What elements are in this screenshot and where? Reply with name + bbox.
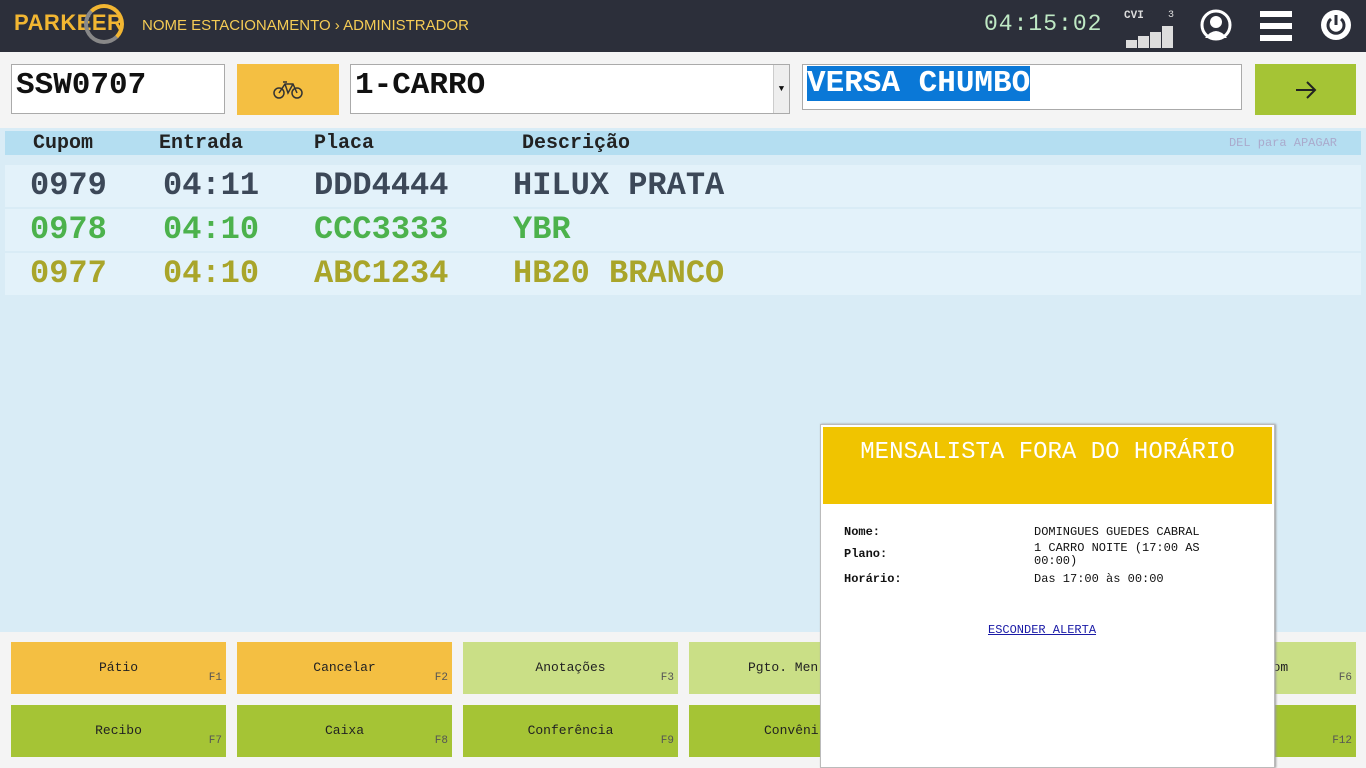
entry-bar: SSW0707 1-CARRO ▼ VERSA CHUMBO — [0, 52, 1366, 128]
submit-button[interactable] — [1255, 64, 1356, 115]
cell-cupom: 0979 — [30, 167, 107, 204]
function-key-hint: F3 — [660, 672, 674, 684]
function-button-label: Convêni — [764, 723, 819, 738]
cvi-label: CVI — [1124, 10, 1144, 22]
arrow-right-icon — [1296, 81, 1317, 99]
table-row[interactable]: 0977 04:10 ABC1234 HB20 BRANCO — [5, 253, 1361, 295]
power-icon[interactable] — [1320, 9, 1352, 46]
function-button-label: Caixa — [324, 723, 364, 738]
table-row[interactable]: 0978 04:10 CCC3333 YBR — [5, 209, 1361, 251]
cell-entrada: 04:11 — [163, 167, 260, 204]
signal-bar — [1162, 26, 1173, 48]
header-placa: Placa — [314, 132, 375, 155]
cvi-signal-indicator: CVI 3 — [1124, 10, 1180, 48]
top-bar: PARKEER NOME ESTACIONAMENTO › ADMINISTRA… — [0, 0, 1366, 52]
cell-descricao: HILUX PRATA — [513, 167, 725, 204]
function-button-label: Cancelar — [313, 660, 376, 675]
alert-label-nome: Nome: — [844, 525, 881, 539]
header-descricao: Descrição — [522, 132, 631, 155]
plate-input[interactable]: SSW0707 — [11, 64, 225, 114]
function-key-hint: F12 — [1332, 735, 1352, 747]
bicycle-icon — [273, 81, 303, 99]
cell-placa: DDD4444 — [314, 167, 449, 204]
vehicle-type-value: 1-CARRO — [355, 68, 486, 103]
function-button-6[interactable]: Caixa F8 — [237, 705, 452, 757]
cell-descricao: HB20 BRANCO — [513, 255, 725, 292]
vehicle-type-select[interactable]: 1-CARRO ▼ — [350, 64, 790, 114]
alert-value-nome: DOMINGUES GUEDES CABRAL — [1034, 525, 1200, 539]
function-button-label: Pgto. Men — [748, 660, 819, 675]
function-key-hint: F6 — [1338, 672, 1352, 684]
header-cupom: Cupom — [33, 132, 94, 155]
menu-icon[interactable] — [1260, 10, 1292, 47]
function-key-hint: F7 — [208, 735, 222, 747]
alert-label-plano: Plano: — [844, 547, 888, 561]
signal-bar — [1150, 32, 1161, 48]
hide-alert-link[interactable]: ESCONDER ALERTA — [988, 623, 1096, 637]
alert-value-plano: 1 CARRO NOITE (17:00 AS 00:00) — [1034, 541, 1200, 568]
function-button-2[interactable]: Anotações F3 — [463, 642, 678, 694]
alert-dialog: MENSALISTA FORA DO HORÁRIO Nome: DOMINGU… — [820, 424, 1275, 768]
function-button-7[interactable]: Conferência F9 — [463, 705, 678, 757]
table-header: Cupom Entrada Placa Descrição DEL para A… — [5, 131, 1361, 155]
cell-cupom: 0978 — [30, 211, 107, 248]
description-value: VERSA CHUMBO — [807, 66, 1031, 101]
function-button-label: Pátio — [98, 660, 138, 675]
function-button-0[interactable]: Pátio F1 — [11, 642, 226, 694]
function-button-label: Recibo — [95, 723, 142, 738]
vehicle-type-button[interactable] — [237, 64, 339, 115]
clock: 04:15:02 — [984, 11, 1103, 37]
cell-entrada: 04:10 — [163, 255, 260, 292]
description-input[interactable]: VERSA CHUMBO — [802, 64, 1242, 110]
signal-bar — [1138, 36, 1149, 48]
table-row[interactable]: 0979 04:11 DDD4444 HILUX PRATA — [5, 165, 1361, 207]
user-support-icon[interactable] — [1199, 8, 1233, 49]
alert-title: MENSALISTA FORA DO HORÁRIO — [823, 427, 1272, 504]
breadcrumb: NOME ESTACIONAMENTO › ADMINISTRADOR — [142, 17, 469, 34]
function-button-1[interactable]: Cancelar F2 — [237, 642, 452, 694]
function-button-label: Anotações — [535, 660, 606, 675]
alert-label-horario: Horário: — [844, 572, 902, 586]
function-key-hint: F1 — [208, 672, 222, 684]
header-entrada: Entrada — [159, 132, 244, 155]
function-button-label: Conferência — [527, 723, 614, 738]
parkeer-logo: PARKEER — [14, 4, 124, 44]
function-key-hint: F8 — [434, 735, 448, 747]
function-key-hint: F2 — [434, 672, 448, 684]
dropdown-arrow-icon[interactable]: ▼ — [773, 65, 789, 113]
function-button-5[interactable]: Recibo F7 — [11, 705, 226, 757]
cell-descricao: YBR — [513, 211, 571, 248]
cell-cupom: 0977 — [30, 255, 107, 292]
cell-placa: CCC3333 — [314, 211, 449, 248]
cvi-count: 3 — [1167, 10, 1174, 21]
alert-value-horario: Das 17:00 às 00:00 — [1034, 572, 1164, 586]
delete-hint: DEL para APAGAR — [1228, 136, 1337, 150]
function-key-hint: F9 — [660, 735, 674, 747]
signal-bar — [1126, 40, 1137, 48]
cell-entrada: 04:10 — [163, 211, 260, 248]
cell-placa: ABC1234 — [314, 255, 449, 292]
